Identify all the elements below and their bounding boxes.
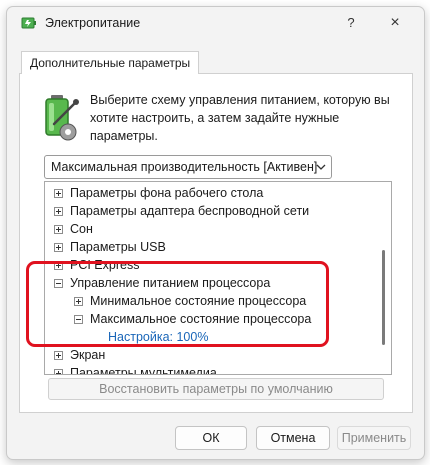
- ok-button[interactable]: ОК: [175, 426, 247, 450]
- tab-advanced-settings[interactable]: Дополнительные параметры: [21, 51, 200, 74]
- power-plan-select[interactable]: Максимальная производительность [Активен…: [44, 155, 332, 179]
- cancel-button[interactable]: Отмена: [256, 426, 330, 450]
- power-options-dialog: Электропитание ? × Дополнительные параме…: [6, 6, 425, 460]
- expand-icon[interactable]: [54, 225, 63, 234]
- expand-icon[interactable]: [54, 243, 63, 252]
- settings-panel: Выберите схему управления питанием, кото…: [19, 73, 413, 413]
- power-options-icon: [21, 17, 36, 29]
- expand-icon[interactable]: [54, 189, 63, 198]
- scrollbar-thumb[interactable]: [382, 250, 385, 345]
- restore-defaults-button[interactable]: Восстановить параметры по умолчанию: [48, 378, 384, 400]
- battery-settings-icon: [45, 95, 79, 141]
- title-bar: Электропитание ? ×: [7, 7, 424, 39]
- window-title: Электропитание: [45, 16, 141, 30]
- apply-button[interactable]: Применить: [337, 426, 411, 450]
- chevron-down-icon: [316, 164, 326, 170]
- power-plan-value: Максимальная производительность [Активен…: [51, 160, 318, 174]
- close-button[interactable]: ×: [381, 12, 409, 34]
- help-button[interactable]: ?: [340, 12, 362, 34]
- expand-icon[interactable]: [54, 351, 63, 360]
- description-text: Выберите схему управления питанием, кото…: [90, 93, 390, 143]
- scrollbar[interactable]: [378, 183, 390, 373]
- expand-icon[interactable]: [54, 207, 63, 216]
- expand-icon[interactable]: [54, 369, 63, 374]
- highlight-annotation: [26, 261, 329, 347]
